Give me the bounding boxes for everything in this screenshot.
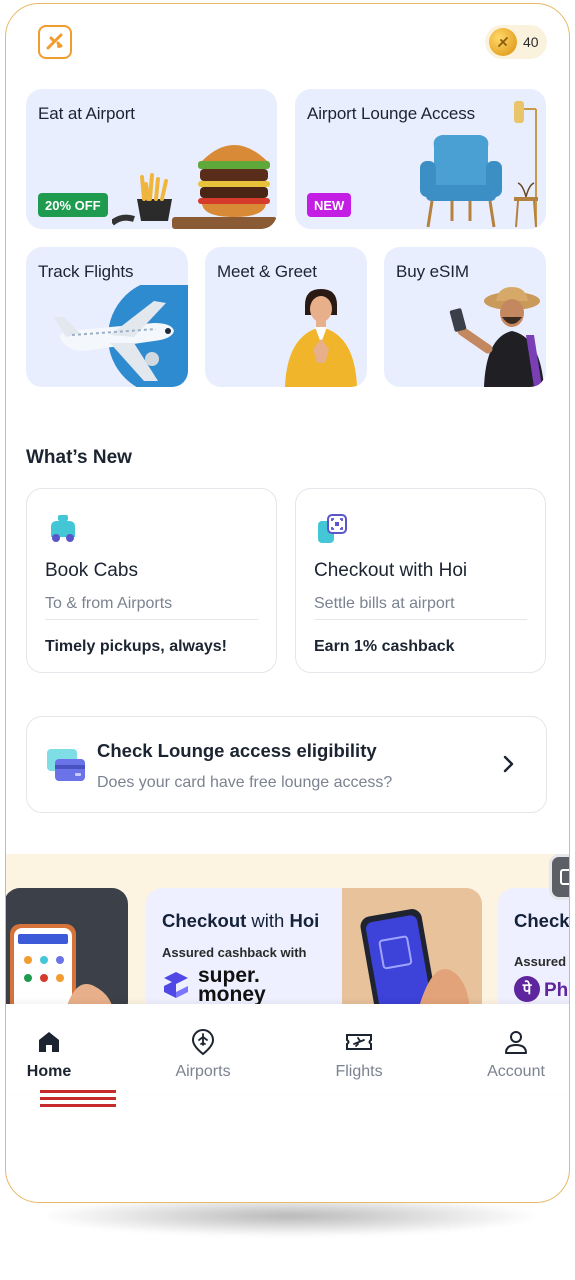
track-flights-card[interactable]: Track Flights: [26, 247, 188, 387]
promo-subtitle: Assured c: [514, 954, 569, 969]
airport-lounge-access-card[interactable]: Airport Lounge Access NEW: [295, 89, 546, 229]
feature-title: Checkout with Hoi: [314, 560, 468, 581]
hoi-logo-icon[interactable]: [38, 25, 72, 59]
checkout-with-hoi-promo[interactable]: Checkout with Hoi Assured cashback with …: [146, 888, 482, 1018]
phonepe-logo-text: Ph: [544, 980, 569, 1001]
airplane-illustration: [54, 285, 188, 387]
card-title: Eat at Airport: [38, 104, 135, 123]
home-icon: [39, 1032, 59, 1052]
eat-at-airport-card[interactable]: Eat at Airport 20% OFF: [26, 89, 277, 229]
coin-icon: [489, 28, 517, 56]
feature-subtitle: Settle bills at airport: [314, 595, 455, 612]
whats-new-heading: What’s New: [26, 447, 132, 468]
lounge-chair-illustration: [420, 101, 538, 228]
feature-footer: Earn 1% cashback: [314, 638, 455, 655]
scan-pay-icon: [318, 514, 347, 543]
card-title: Track Flights: [38, 262, 134, 281]
phone-frame: 40 Eat at Airport 20% OFF Airport Lounge…: [5, 3, 570, 1203]
eligibility-title: Check Lounge access eligibility: [97, 740, 377, 761]
eligibility-subtitle: Does your card have free lounge access?: [97, 774, 393, 791]
divider: [45, 619, 258, 620]
buy-esim-card[interactable]: Buy eSIM: [384, 247, 546, 387]
promo-subtitle: Assured cashback with: [162, 945, 307, 960]
credit-card-icon: [47, 749, 85, 781]
phonepe-logo-icon: पे: [514, 976, 540, 1002]
new-badge: NEW: [307, 193, 352, 217]
underlying-content-peek: [6, 1076, 569, 1116]
book-cabs-card[interactable]: Book Cabs To & from Airports Timely pick…: [26, 488, 277, 673]
airport-pin-icon: [191, 1029, 215, 1056]
cab-icon: [51, 515, 75, 542]
feature-title: Book Cabs: [45, 560, 138, 581]
coin-balance[interactable]: 40: [485, 25, 547, 59]
promo-title: Checkout with Hoi: [162, 910, 320, 931]
card-title: Buy eSIM: [396, 262, 469, 281]
card-title: Meet & Greet: [217, 262, 317, 281]
flag-stripe: [40, 1097, 116, 1100]
promo-title: Check: [514, 910, 570, 931]
payment-phone-illustration: [360, 909, 470, 1018]
lounge-eligibility-card[interactable]: Check Lounge access eligibility Does you…: [26, 716, 547, 813]
floating-widget-button[interactable]: [549, 854, 569, 900]
chevron-right-icon: [503, 755, 514, 773]
feature-footer: Timely pickups, always!: [45, 638, 228, 655]
flag-stripe: [40, 1104, 116, 1107]
meet-and-greet-card[interactable]: Meet & Greet: [205, 247, 367, 387]
ticket-icon: [346, 1034, 372, 1050]
checkout-with-hoi-card[interactable]: Checkout with Hoi Settle bills at airpor…: [295, 488, 546, 673]
promo-card-next[interactable]: Check Assured c पे Ph: [498, 888, 570, 1018]
burger-illustration: [112, 145, 277, 229]
flag-stripe: [40, 1090, 116, 1093]
promo-card-previous[interactable]: [6, 888, 128, 1018]
feature-subtitle: To & from Airports: [45, 595, 173, 612]
phone-in-hand-illustration: [10, 924, 114, 1018]
discount-badge: 20% OFF: [38, 193, 108, 217]
account-icon: [505, 1031, 527, 1054]
greeter-illustration: [285, 289, 357, 387]
super-money-logo-text: super. money: [198, 964, 266, 1006]
traveller-illustration: [449, 287, 544, 387]
promo-carousel[interactable]: Checkout with Hoi Assured cashback with …: [6, 854, 569, 1018]
coin-count: 40: [523, 34, 539, 50]
super-money-logo-icon: [164, 972, 188, 998]
widget-icon: [560, 869, 569, 885]
divider: [314, 619, 527, 620]
